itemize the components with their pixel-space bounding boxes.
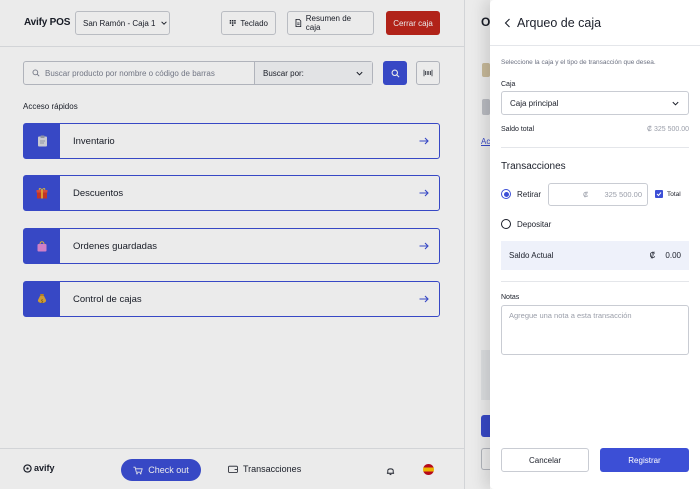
saldo-total-row: Saldo total ₡ 325 500.00 [501, 126, 689, 133]
section-divider [501, 147, 689, 148]
caja-selected-value: Caja principal [510, 98, 559, 108]
retirar-radio[interactable] [501, 189, 511, 199]
section-divider [501, 281, 689, 282]
cash-count-drawer: Arqueo de caja Seleccione la caja y el t… [490, 0, 700, 489]
depositar-radio[interactable] [501, 219, 511, 229]
withdraw-amount-value: 325 500.00 [604, 190, 642, 199]
caja-label: Caja [501, 81, 516, 88]
total-checkbox[interactable] [655, 190, 663, 198]
currency-symbol: ₡ [649, 251, 656, 260]
saldo-actual-value: 0.00 [665, 251, 681, 260]
total-checkbox-label: Total [667, 191, 681, 198]
saldo-actual-amount: ₡ 0.00 [650, 251, 681, 260]
saldo-actual-label: Saldo Actual [509, 251, 554, 260]
notes-textarea[interactable]: Agregue una nota a esta transacción [501, 305, 689, 355]
withdraw-amount-input[interactable]: ₡ 325 500.00 [548, 183, 648, 206]
modal-backdrop[interactable] [0, 0, 490, 489]
transactions-title: Transacciones [501, 161, 566, 172]
currency-symbol: ₡ [583, 190, 589, 199]
depositar-label: Depositar [517, 220, 552, 229]
notas-label: Notas [501, 294, 520, 301]
chevron-left-icon [504, 18, 510, 28]
saldo-actual-box: Saldo Actual ₡ 0.00 [501, 241, 689, 270]
cancel-button[interactable]: Cancelar [501, 448, 589, 472]
drawer-title: Arqueo de caja [517, 16, 602, 30]
retirar-label: Retirar [517, 190, 542, 199]
saldo-total-label: Saldo total [501, 126, 535, 133]
saldo-total-value: ₡ 325 500.00 [646, 126, 689, 133]
check-icon [656, 192, 662, 197]
caja-select[interactable]: Caja principal [501, 91, 689, 115]
back-button[interactable] [501, 16, 513, 30]
drawer-subtitle: Seleccione la caja y el tipo de transacc… [501, 59, 656, 66]
drawer-header: Arqueo de caja [490, 0, 700, 46]
register-button[interactable]: Registrar [600, 448, 689, 472]
chevron-down-icon [672, 101, 679, 106]
